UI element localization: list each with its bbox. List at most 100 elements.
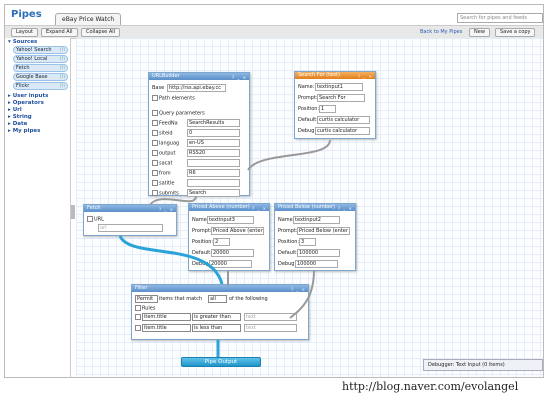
- module-fetch[interactable]: Fetch (?): [13, 64, 68, 72]
- category-my-pipes[interactable]: ▸ My pipes: [8, 128, 70, 134]
- module-controls-icon[interactable]: ? _ ×: [232, 74, 247, 81]
- name-input[interactable]: textinput1: [315, 83, 363, 91]
- module-controls-icon[interactable]: ? _ ×: [291, 286, 306, 293]
- url-input[interactable]: url: [98, 224, 163, 232]
- param-value-input[interactable]: [187, 179, 240, 187]
- debugger-bar[interactable]: Debugger: Text Input (0 items): [423, 359, 543, 371]
- param-value-input[interactable]: 0: [187, 129, 240, 137]
- name-input[interactable]: textinput3: [207, 216, 254, 224]
- rule-op-select[interactable]: is greater than: [192, 313, 241, 321]
- remove-param-icon[interactable]: [152, 150, 158, 156]
- category-user-inputs[interactable]: ▸ User inputs: [8, 93, 70, 99]
- module-header[interactable]: Filter? _ ×: [132, 285, 308, 292]
- priced-above-module[interactable]: Priced Above (number)? _ × Name: textinp…: [188, 203, 270, 271]
- module-yahoo-search[interactable]: Yahoo! Search (?): [13, 46, 68, 54]
- module-controls-icon[interactable]: ? _ ×: [252, 205, 267, 212]
- match-select[interactable]: all: [208, 295, 227, 303]
- param-value-input[interactable]: Search: [187, 189, 240, 197]
- remove-param-icon[interactable]: [152, 160, 158, 166]
- add-icon[interactable]: [135, 305, 141, 311]
- module-header[interactable]: Priced Above (number)? _ ×: [189, 204, 269, 211]
- query-parameters-toggle[interactable]: Query parameters: [152, 110, 205, 117]
- fetch-module[interactable]: Fetch? _ × URL url: [83, 204, 177, 236]
- debug-input[interactable]: 20000: [209, 260, 252, 268]
- back-to-my-pipes-link[interactable]: Back to My Pipes: [420, 29, 462, 35]
- add-icon[interactable]: [87, 216, 93, 222]
- query-param-key[interactable]: FeedNa: [152, 120, 178, 127]
- expand-all-button[interactable]: Expand All: [41, 28, 78, 37]
- query-param-key[interactable]: languag: [152, 140, 179, 147]
- permit-select[interactable]: Permit: [135, 295, 158, 303]
- urlbuilder-module[interactable]: URLBuilder? _ × Base http://rss.api.ebay…: [148, 72, 250, 197]
- name-input[interactable]: textinput2: [293, 216, 340, 224]
- module-header[interactable]: Fetch? _ ×: [84, 205, 176, 212]
- default-input[interactable]: 20000: [211, 249, 254, 257]
- module-controls-icon[interactable]: ? _ ×: [338, 205, 353, 212]
- query-param-key[interactable]: siteid: [152, 130, 173, 137]
- query-param-key[interactable]: from: [152, 170, 171, 177]
- query-param-key[interactable]: submits: [152, 190, 179, 197]
- base-input[interactable]: http://rss.api.ebay.cc: [167, 84, 226, 92]
- default-input[interactable]: curtis calculator: [317, 116, 370, 124]
- prompt-input[interactable]: Search For: [317, 94, 365, 102]
- module-yahoo-local[interactable]: Yahoo! Local (?): [13, 55, 68, 63]
- category-string[interactable]: ▸ String: [8, 114, 70, 120]
- help-icon[interactable]: (?): [60, 83, 65, 89]
- module-flickr[interactable]: Flickr (?): [13, 82, 68, 90]
- filter-module[interactable]: Filter? _ × Permit items that match all …: [131, 284, 309, 340]
- prompt-input[interactable]: Priced Below (enter a: [297, 227, 350, 235]
- remove-param-icon[interactable]: [152, 170, 158, 176]
- query-param-key[interactable]: satitle: [152, 180, 174, 187]
- save-copy-button[interactable]: Save a copy: [495, 28, 536, 37]
- prompt-input[interactable]: Priced Above (enter a: [211, 227, 264, 235]
- remove-param-icon[interactable]: [152, 190, 158, 196]
- rule-value-input[interactable]: text: [244, 324, 297, 332]
- param-value-input[interactable]: [187, 159, 240, 167]
- sidebar-collapse-handle[interactable]: [71, 205, 75, 219]
- query-param-key[interactable]: sacat: [152, 160, 172, 167]
- position-input[interactable]: 1: [319, 105, 336, 113]
- debug-input[interactable]: 100000: [295, 260, 338, 268]
- help-icon[interactable]: (?): [60, 56, 65, 62]
- module-controls-icon[interactable]: ? _ ×: [358, 73, 373, 80]
- rule-value-input[interactable]: text: [244, 313, 297, 321]
- rule-op-select[interactable]: is less than: [192, 324, 241, 332]
- add-icon[interactable]: [152, 110, 158, 116]
- help-icon[interactable]: (?): [60, 74, 65, 80]
- remove-param-icon[interactable]: [152, 120, 158, 126]
- category-url[interactable]: ▸ Url: [8, 107, 70, 113]
- layout-button[interactable]: Layout: [11, 28, 38, 37]
- remove-param-icon[interactable]: [152, 140, 158, 146]
- param-value-input[interactable]: R6: [187, 169, 240, 177]
- search-input[interactable]: Search for pipes and feeds: [457, 13, 543, 23]
- pipes-logo[interactable]: Pipes: [11, 9, 51, 23]
- help-icon[interactable]: (?): [60, 65, 65, 71]
- remove-rule-icon[interactable]: [135, 325, 142, 332]
- position-input[interactable]: 3: [299, 238, 316, 246]
- remove-param-icon[interactable]: [152, 180, 158, 186]
- module-controls-icon[interactable]: ? _ ×: [159, 206, 174, 213]
- remove-rule-icon[interactable]: [135, 314, 142, 321]
- search-for-module[interactable]: Search For (text)? _ × Name: textinput1 …: [294, 71, 376, 139]
- query-param-key[interactable]: output: [152, 150, 176, 157]
- category-date[interactable]: ▸ Date: [8, 121, 70, 127]
- default-input[interactable]: 100000: [297, 249, 340, 257]
- module-google-base[interactable]: Google Base (?): [13, 73, 68, 81]
- module-header[interactable]: URLBuilder? _ ×: [149, 73, 249, 80]
- collapse-all-button[interactable]: Collapse All: [81, 28, 121, 37]
- param-value-input[interactable]: SearchResults: [187, 119, 240, 127]
- param-value-input[interactable]: en-US: [187, 139, 240, 147]
- new-button[interactable]: New: [469, 28, 490, 37]
- debug-input[interactable]: curtis calculator: [315, 127, 370, 135]
- rule-field-select[interactable]: item.title: [142, 324, 191, 332]
- rule-field-select[interactable]: item.title: [142, 313, 191, 321]
- category-operators[interactable]: ▸ Operators: [8, 100, 70, 106]
- category-sources[interactable]: ▾ Sources: [8, 39, 70, 45]
- pipe-output-module[interactable]: Pipe Output: [181, 357, 261, 367]
- help-icon[interactable]: (?): [60, 47, 65, 53]
- module-header[interactable]: Search For (text)? _ ×: [295, 72, 375, 79]
- path-elements-toggle[interactable]: Path elements: [152, 95, 195, 102]
- param-value-input[interactable]: RSS20: [187, 149, 240, 157]
- rules-toggle[interactable]: Rules: [135, 305, 156, 312]
- remove-param-icon[interactable]: [152, 130, 158, 136]
